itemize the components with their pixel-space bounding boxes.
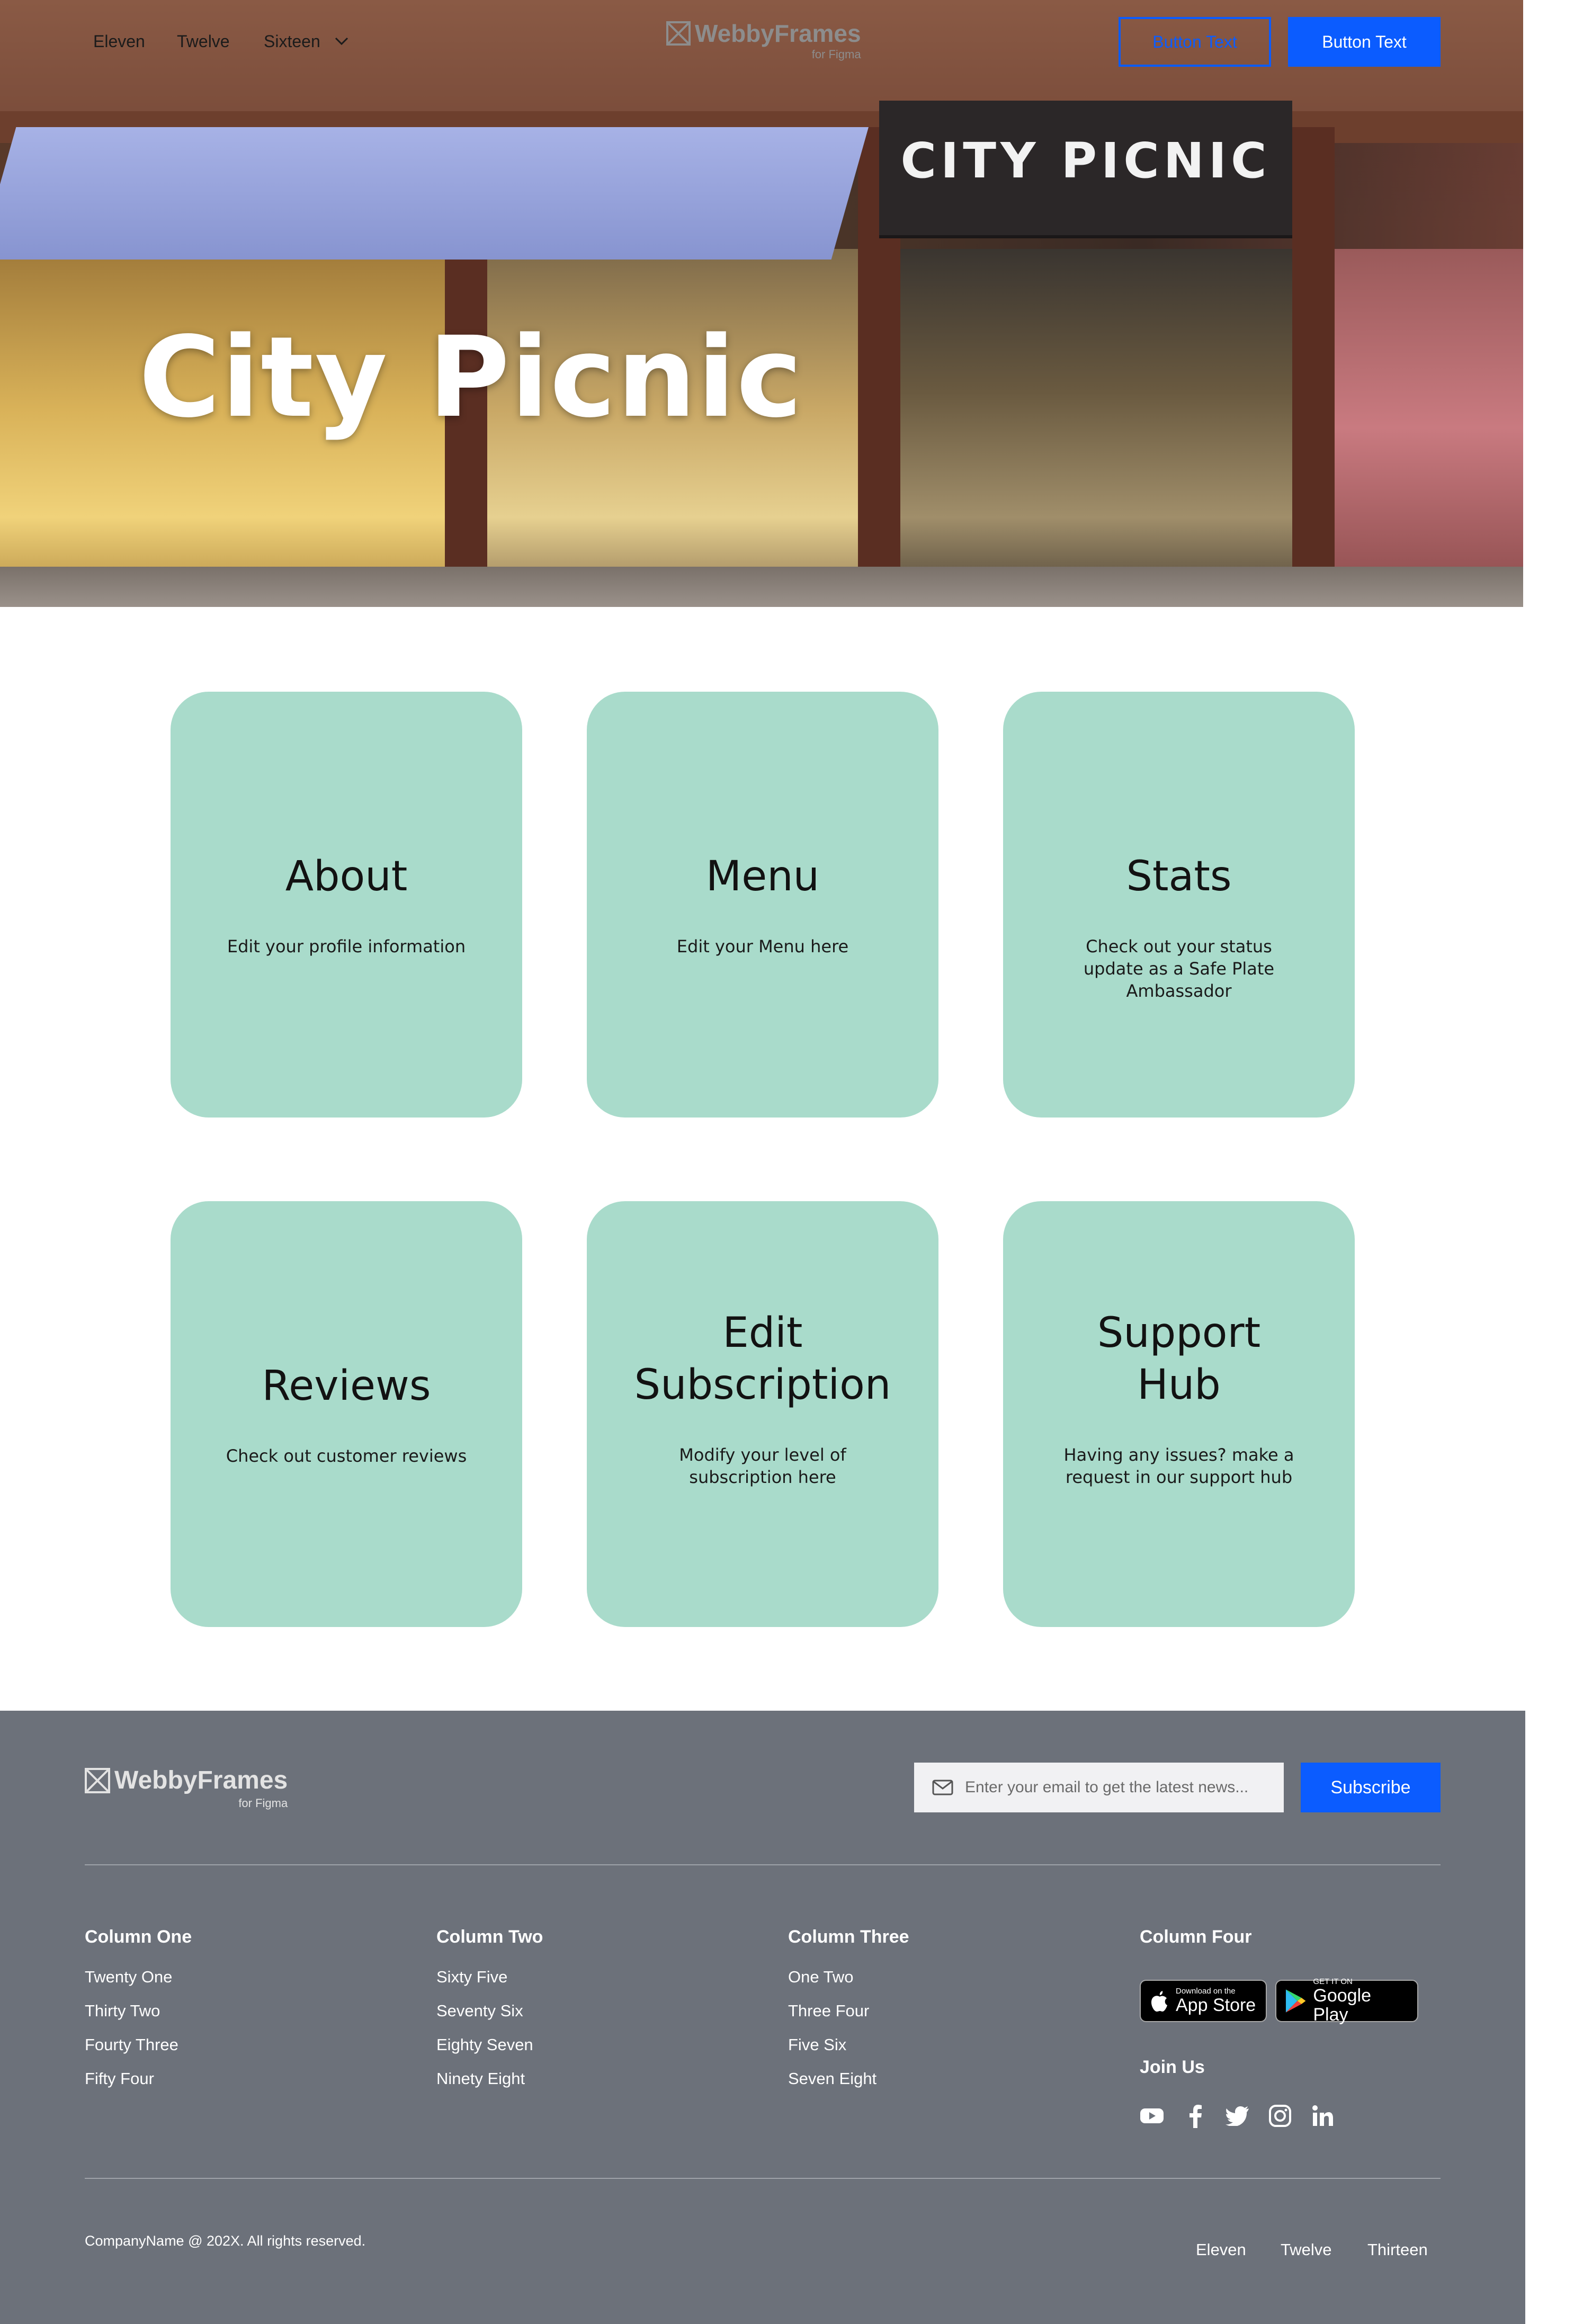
join-us-heading: Join Us [1140,2057,1205,2077]
logo-subtitle: for Figma [811,48,861,61]
badge-small-text: GET IT ON [1313,1977,1353,1986]
card-description: Check out customer reviews [226,1446,467,1466]
card-title: Menu [705,853,820,900]
footer-link[interactable]: Five Six [788,2035,909,2054]
subscribe-button[interactable]: Subscribe [1301,1763,1441,1812]
mail-icon [932,1780,953,1795]
card-description: Modify your level of subscription here [679,1445,846,1487]
app-store-badge[interactable]: Download on the App Store [1140,1980,1267,2022]
badge-big-text: Google Play [1313,1986,1372,2025]
sidewalk [0,567,1523,607]
logo-subtitle: for Figma [238,1796,288,1810]
card-description: Edit your Menu here [676,936,849,957]
footer-bottom-link-thirteen[interactable]: Thirteen [1367,2240,1428,2259]
card-title: Support Hub [1097,1309,1261,1409]
badge-big-text: App Store [1176,1995,1256,2015]
google-play-badge[interactable]: GET IT ON Google Play [1275,1977,1418,2025]
footer-link[interactable]: Twenty One [85,1968,192,1986]
divider [85,2178,1441,2179]
nav-link-eleven[interactable]: Eleven [93,32,145,51]
card-menu[interactable]: Menu Edit your Menu here [587,692,938,1118]
footer-link[interactable]: Seven Eight [788,2069,909,2088]
awning [0,127,445,260]
footer-column-three: Column Three One Two Three Four Five Six… [788,1927,909,2103]
footer-bottom-link-eleven[interactable]: Eleven [1196,2240,1246,2259]
card-stats[interactable]: Stats Check out your status update as a … [1003,692,1355,1118]
nav-link-twelve[interactable]: Twelve [177,32,230,51]
card-description: Check out your status update as a Safe P… [1083,936,1275,1001]
card-reviews[interactable]: Reviews Check out customer reviews [171,1201,522,1627]
card-description: Having any issues? make a request in our… [1063,1445,1294,1487]
shop-window [1303,249,1523,607]
footer-link[interactable]: Fourty Three [85,2035,192,2054]
nav-link-sixteen[interactable]: Sixteen [264,32,320,51]
column-heading: Column Four [1140,1927,1252,1947]
card-description: Edit your profile information [227,936,466,957]
logo-wordmark: WebbyFrames [114,1766,288,1794]
column-heading: Column Two [436,1927,543,1947]
footer-column-two: Column Two Sixty Five Seventy Six Eighty… [436,1927,543,2103]
footer-link[interactable]: One Two [788,1968,909,1986]
outline-button[interactable]: Button Text [1119,17,1271,67]
pillar [1292,127,1335,607]
hero-banner: CITY PICNIC [0,0,1523,607]
footer-link[interactable]: Fifty Four [85,2069,192,2088]
footer-link[interactable]: Sixty Five [436,1968,543,1986]
logo-icon [666,21,691,46]
footer-link[interactable]: Eighty Seven [436,2035,543,2054]
footer-link[interactable]: Seventy Six [436,2001,543,2020]
linkedin-icon[interactable] [1309,2103,1336,2129]
card-title: Reviews [262,1362,431,1410]
footer-link[interactable]: Three Four [788,2001,909,2020]
youtube-icon[interactable] [1139,2103,1165,2129]
shop-entrance [879,249,1292,607]
card-support-hub[interactable]: Support Hub Having any issues? make a re… [1003,1201,1355,1627]
divider [85,1864,1441,1865]
footer-column-one: Column One Twenty One Thirty Two Fourty … [85,1927,192,2103]
logo[interactable]: WebbyFrames for Figma [666,20,861,61]
primary-button[interactable]: Button Text [1288,17,1441,67]
card-title: About [285,853,408,900]
google-play-icon [1285,1989,1306,2013]
newsletter-field[interactable] [914,1763,1284,1812]
column-heading: Column Three [788,1927,909,1947]
footer-link[interactable]: Thirty Two [85,2001,192,2020]
badge-small-text: Download on the [1176,1987,1236,1996]
facebook-icon[interactable] [1182,2103,1209,2129]
card-title: Stats [1126,853,1232,900]
logo-wordmark: WebbyFrames [695,20,861,47]
twitter-icon[interactable] [1224,2103,1251,2129]
footer-logo[interactable]: WebbyFrames for Figma [85,1766,288,1810]
footer-column-four: Column Four [1140,1927,1252,1968]
column-heading: Column One [85,1927,192,1947]
apple-icon [1151,1991,1167,2012]
card-title: Edit Subscription [634,1309,891,1409]
card-edit-subscription[interactable]: Edit Subscription Modify your level of s… [587,1201,938,1627]
storefront-sign-text: CITY PICNIC [900,132,1271,189]
instagram-icon[interactable] [1267,2103,1293,2129]
logo-icon [85,1768,110,1793]
awning [403,127,869,260]
footer-bottom-link-twelve[interactable]: Twelve [1281,2240,1331,2259]
footer-link[interactable]: Ninety Eight [436,2069,543,2088]
hero-title: City Picnic [139,312,803,442]
email-input[interactable] [965,1778,1262,1796]
chevron-down-icon[interactable] [334,35,350,48]
copyright-text: CompanyName @ 202X. All rights reserved. [85,2233,366,2249]
card-about[interactable]: About Edit your profile information [171,692,522,1118]
footer: WebbyFrames for Figma Subscribe Column O… [0,1711,1525,2324]
